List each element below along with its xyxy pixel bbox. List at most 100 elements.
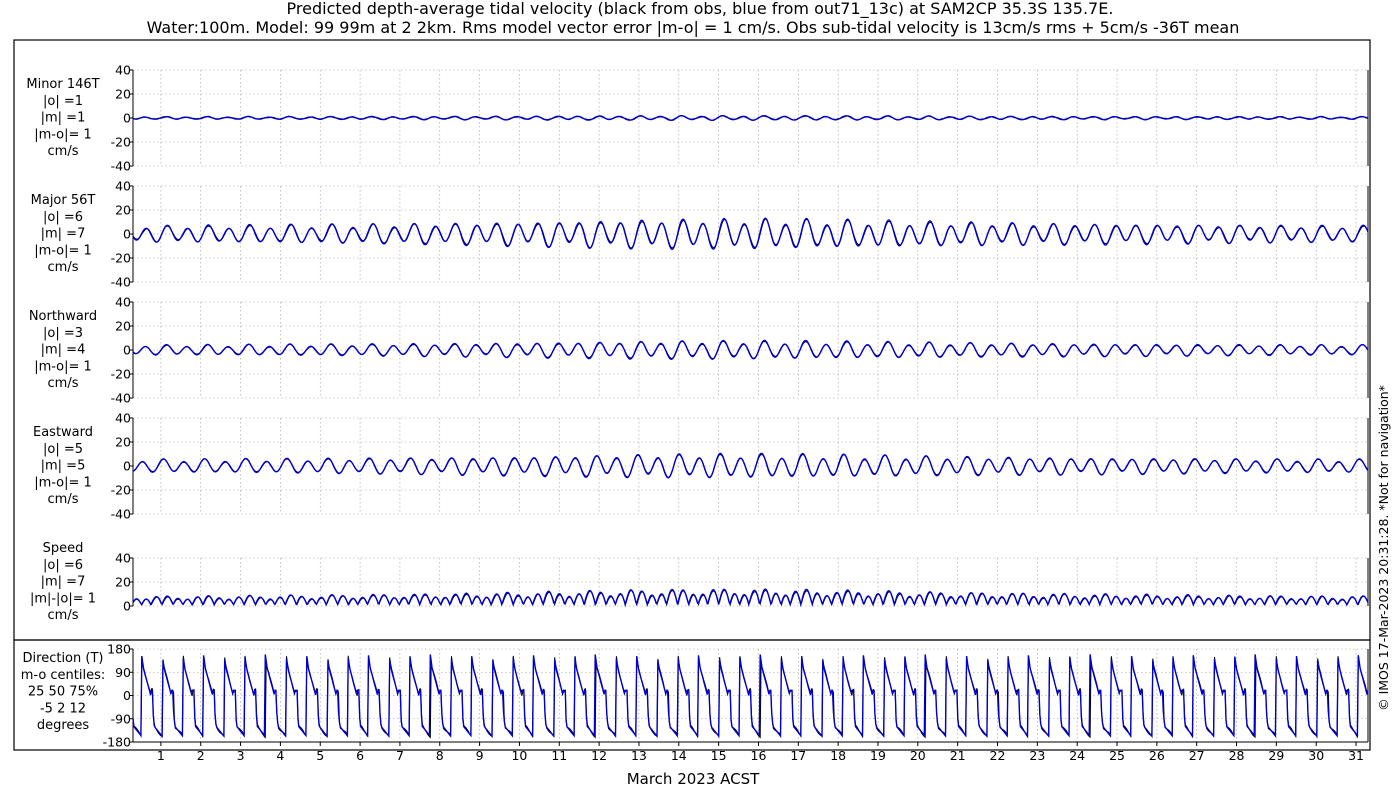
panel-5-label-line: |o| =6 — [43, 558, 83, 573]
x-tick-label: 16 — [751, 748, 767, 763]
panel-4-ytick-label: -20 — [111, 483, 131, 498]
direction-panel-label-line: degrees — [37, 718, 90, 733]
x-tick-label: 29 — [1268, 748, 1284, 763]
chart-title-line-1: Predicted depth-average tidal velocity (… — [287, 0, 1114, 19]
panel-4-label-line: |o| =5 — [43, 442, 83, 457]
panel-4-label-line: |m| =5 — [41, 459, 86, 474]
x-tick-label: 15 — [711, 748, 727, 763]
direction-panel-ytick-label: 0 — [123, 688, 131, 703]
lower-frame — [13, 639, 1371, 751]
panel-3-ytick-label: 40 — [115, 295, 131, 310]
direction-panel-ytick-label: -90 — [111, 711, 131, 726]
x-tick-label: 21 — [950, 748, 966, 763]
x-tick-label: 14 — [671, 748, 687, 763]
x-tick-label: 30 — [1308, 748, 1324, 763]
panel-1-label-line: |m-o|= 1 — [34, 127, 92, 142]
x-tick-label: 11 — [551, 748, 567, 763]
panel-1-ytick-label: 40 — [115, 63, 131, 78]
panel-3-label-line: Northward — [29, 309, 97, 324]
x-tick-label: 10 — [511, 748, 527, 763]
x-tick-label: 3 — [237, 748, 245, 763]
panel-3-ytick-label: 20 — [115, 319, 131, 334]
x-tick-label: 17 — [790, 748, 806, 763]
x-tick-label: 28 — [1229, 748, 1245, 763]
panel-4-label-line: cm/s — [48, 492, 79, 507]
panel-5-label-line: Speed — [43, 541, 84, 556]
panel-5-ytick-label: 0 — [123, 599, 131, 614]
panel-3-ytick-label: -20 — [111, 367, 131, 382]
panel-3-label-line: |m| =4 — [41, 343, 86, 358]
x-tick-label: 22 — [990, 748, 1006, 763]
x-tick-label: 2 — [197, 748, 205, 763]
panel-2-label-line: Major 56T — [31, 193, 96, 208]
direction-panel-label-line: m-o centiles: — [21, 668, 106, 683]
panel-4-axes: 40 20 0 -20 -40 — [111, 411, 1369, 522]
panel-2-label-line: |o| =6 — [43, 210, 83, 225]
panel-4-label-line: Eastward — [33, 425, 93, 440]
panel-1-ytick-label: 20 — [115, 87, 131, 102]
x-tick-label: 6 — [356, 748, 364, 763]
panel-5-axes: 40 20 0 — [115, 551, 1369, 614]
copyright-note: © IMOS 17-Mar-2023 20:31:28. *Not for na… — [1376, 385, 1391, 711]
panel-2-obs-series — [132, 218, 1369, 249]
panel-1-ytick-label: 0 — [123, 111, 131, 126]
direction-panel-axes: 180 90 0 -90 -180 — [103, 642, 1369, 750]
panel-2-ytick-label: 40 — [115, 179, 131, 194]
direction-panel-label-line: Direction (T) — [23, 651, 104, 666]
direction-panel-ytick-label: -180 — [103, 735, 131, 750]
panel-4-ytick-label: 40 — [115, 411, 131, 426]
panel-1-label-line: Minor 146T — [26, 77, 99, 92]
panel-2-ytick-label: 0 — [123, 227, 131, 242]
panel-2-label-line: |m-o|= 1 — [34, 243, 92, 258]
x-tick-label: 18 — [830, 748, 846, 763]
panel-4-ytick-label: 0 — [123, 459, 131, 474]
x-tick-label: 23 — [1029, 748, 1045, 763]
x-axis-label: March 2023 ACST — [627, 770, 760, 788]
panel-1-label-line: cm/s — [48, 144, 79, 159]
direction-panel-label-line: 25 50 75% — [28, 685, 98, 700]
x-tick-label: 26 — [1149, 748, 1165, 763]
panel-1-ytick-label: -40 — [111, 159, 131, 174]
panel-4-ytick-label: -40 — [111, 507, 131, 522]
panel-5-label-line: |m| =7 — [41, 575, 86, 590]
upper-frame — [13, 39, 1371, 641]
direction-panel-ytick-label: 90 — [115, 665, 131, 680]
x-tick-label: 13 — [631, 748, 647, 763]
panel-3-ytick-label: 0 — [123, 343, 131, 358]
panel-2-label-line: |m| =7 — [41, 227, 86, 242]
panel-3-label-line: cm/s — [48, 376, 79, 391]
x-tick-label: 7 — [396, 748, 404, 763]
x-tick-label: 24 — [1069, 748, 1085, 763]
x-tick-label: 27 — [1189, 748, 1205, 763]
panel-3-label-line: |m-o|= 1 — [34, 359, 92, 374]
panel-5-label-line: |m|-|o|= 1 — [30, 591, 96, 606]
x-tick-label: 12 — [591, 748, 607, 763]
panel-4-label-line: |m-o|= 1 — [34, 475, 92, 490]
panel-4-ytick-label: 20 — [115, 435, 131, 450]
panel-5-ytick-label: 40 — [115, 551, 131, 566]
panel-2-ytick-label: 20 — [115, 203, 131, 218]
panel-2-label-line: cm/s — [48, 260, 79, 275]
direction-panel-label-line: -5 2 12 — [40, 701, 86, 716]
panel-1-label-line: |o| =1 — [43, 94, 83, 109]
panel-3-label-line: |o| =3 — [43, 326, 83, 341]
panel-5-label-line: cm/s — [48, 608, 79, 623]
direction-panel-ytick-label: 180 — [107, 642, 131, 657]
panel-4-model-series — [132, 452, 1369, 479]
panel-1-label-line: |m| =1 — [41, 111, 86, 126]
x-tick-label: 31 — [1348, 748, 1364, 763]
chart-title-line-2: Water:100m. Model: 99 99m at 2 2km. Rms … — [147, 18, 1240, 37]
panel-5-ytick-label: 20 — [115, 575, 131, 590]
x-tick-label: 1 — [157, 748, 165, 763]
x-tick-label: 20 — [910, 748, 926, 763]
panel-2-ytick-label: -20 — [111, 251, 131, 266]
x-tick-label: 9 — [476, 748, 484, 763]
panel-1-ytick-label: -20 — [111, 135, 131, 150]
x-tick-label: 19 — [870, 748, 886, 763]
direction-model-series — [132, 654, 1369, 739]
panel-2-ytick-label: -40 — [111, 275, 131, 290]
panel-5-model-series — [132, 588, 1369, 608]
x-tick-label: 4 — [276, 748, 284, 763]
x-tick-label: 25 — [1109, 748, 1125, 763]
panel-3-ytick-label: -40 — [111, 391, 131, 406]
